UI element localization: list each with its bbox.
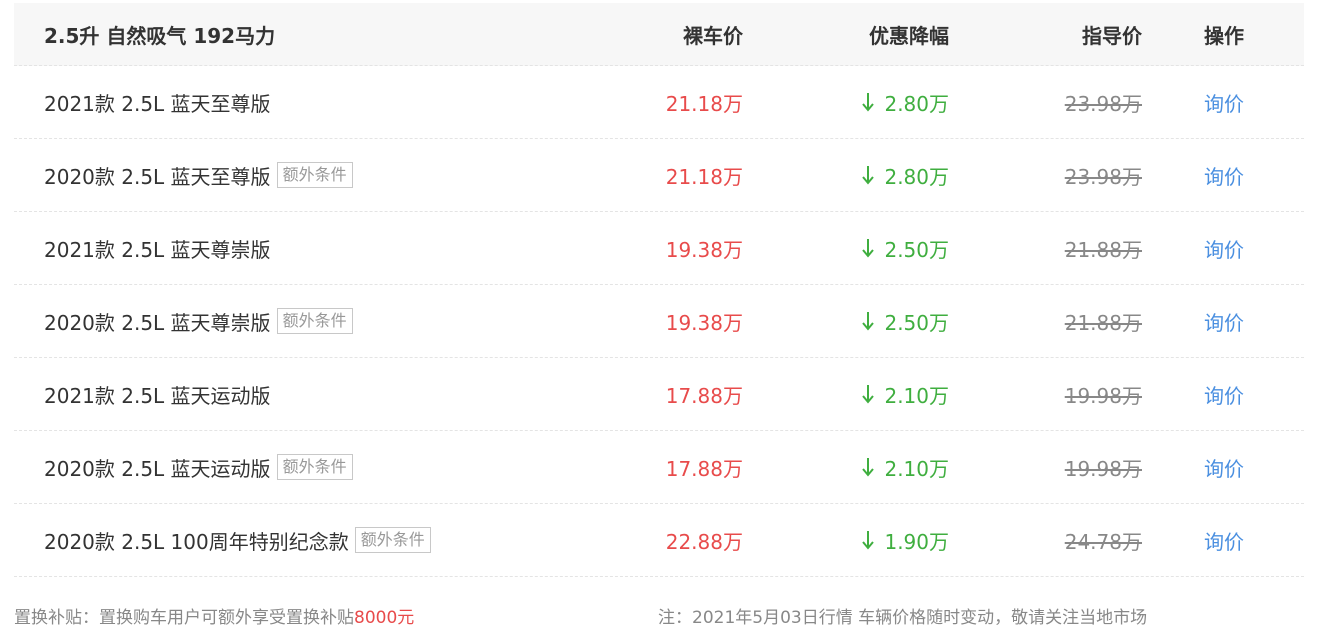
extra-condition-tag[interactable]: 额外条件 [354,527,431,553]
bare-price: 19.38万 [665,310,743,335]
discount-cell: 2.50万 [862,285,949,357]
inquiry-link[interactable]: 询价 [1204,358,1244,430]
discount-cell: 2.10万 [862,358,949,430]
guide-price: 19.98万 [1064,456,1142,481]
model-name-cell: 2020款 2.5L 蓝天至尊版 额外条件 [44,139,353,211]
down-arrow-icon [862,237,875,259]
model-name: 2021款 2.5L 蓝天至尊版 [44,91,271,116]
discount-amount: 2.50万 [884,237,949,262]
discount-cell: 2.80万 [862,66,949,138]
guide-price: 21.88万 [1064,237,1142,262]
discount-cell: 2.80万 [862,139,949,211]
discount-cell: 2.50万 [862,212,949,284]
model-name: 2021款 2.5L 蓝天尊崇版 [44,237,271,262]
table-row: 2020款 2.5L 蓝天尊崇版 额外条件 19.38万 2.50万 21.88… [14,285,1304,358]
discount-amount: 2.50万 [884,310,949,335]
extra-condition-tag[interactable]: 额外条件 [276,454,353,480]
model-name-cell: 2020款 2.5L 蓝天运动版 额外条件 [44,431,353,503]
price-table: 2.5升 自然吸气 192马力 裸车价 优惠降幅 指导价 操作 2021款 2.… [14,3,1304,577]
inquiry-link[interactable]: 询价 [1204,285,1244,357]
table-row: 2021款 2.5L 蓝天尊崇版 19.38万 2.50万 21.88万 询价 [14,212,1304,285]
table-header: 2.5升 自然吸气 192马力 裸车价 优惠降幅 指导价 操作 [14,3,1304,66]
model-name-cell: 2021款 2.5L 蓝天运动版 [44,358,271,430]
model-name: 2020款 2.5L 蓝天运动版 [44,456,271,481]
model-name-cell: 2021款 2.5L 蓝天至尊版 [44,66,271,138]
guide-price: 19.98万 [1064,383,1142,408]
engine-spec-heading: 2.5升 自然吸气 192马力 [44,23,276,48]
down-arrow-icon [862,310,875,332]
discount-amount: 2.10万 [884,383,949,408]
down-arrow-icon [862,164,875,186]
table-row: 2020款 2.5L 蓝天至尊版 额外条件 21.18万 2.80万 23.98… [14,139,1304,212]
table-row: 2021款 2.5L 蓝天至尊版 21.18万 2.80万 23.98万 询价 [14,66,1304,139]
inquiry-link[interactable]: 询价 [1204,66,1244,138]
guide-price: 23.98万 [1064,164,1142,189]
bare-price: 17.88万 [665,383,743,408]
inquiry-link[interactable]: 询价 [1204,504,1244,576]
trade-in-subsidy-note: 置换补贴：置换购车用户可额外享受置换补贴8000元 [14,603,414,628]
guide-price: 24.78万 [1064,529,1142,554]
model-name: 2020款 2.5L 100周年特别纪念款 [44,529,349,554]
model-name-cell: 2021款 2.5L 蓝天尊崇版 [44,212,271,284]
subsidy-text: 置换补贴：置换购车用户可额外享受置换补贴 [14,608,354,628]
down-arrow-icon [862,91,875,113]
down-arrow-icon [862,529,875,551]
model-name: 2020款 2.5L 蓝天尊崇版 [44,310,271,335]
discount-amount: 2.80万 [884,164,949,189]
market-note: 注：2021年5月03日行情 车辆价格随时变动，敬请关注当地市场 [658,608,1148,628]
bare-price: 21.18万 [665,91,743,116]
guide-price: 21.88万 [1064,310,1142,335]
col-price-header: 裸车价 [683,23,743,48]
model-name-cell: 2020款 2.5L 100周年特别纪念款 额外条件 [44,504,431,576]
extra-condition-tag[interactable]: 额外条件 [276,162,353,188]
discount-amount: 2.10万 [884,456,949,481]
table-row: 2020款 2.5L 蓝天运动版 额外条件 17.88万 2.10万 19.98… [14,431,1304,504]
table-row: 2021款 2.5L 蓝天运动版 17.88万 2.10万 19.98万 询价 [14,358,1304,431]
discount-cell: 1.90万 [862,504,949,576]
discount-amount: 2.80万 [884,91,949,116]
inquiry-link[interactable]: 询价 [1204,212,1244,284]
inquiry-link[interactable]: 询价 [1204,431,1244,503]
bare-price: 21.18万 [665,164,743,189]
table-row: 2020款 2.5L 100周年特别纪念款 额外条件 22.88万 1.90万 … [14,504,1304,577]
guide-price: 23.98万 [1064,91,1142,116]
subsidy-amount: 8000元 [354,608,415,628]
model-name: 2021款 2.5L 蓝天运动版 [44,383,271,408]
bare-price: 22.88万 [665,529,743,554]
bare-price: 17.88万 [665,456,743,481]
discount-amount: 1.90万 [884,529,949,554]
discount-cell: 2.10万 [862,431,949,503]
col-discount-header: 优惠降幅 [869,23,949,48]
bare-price: 19.38万 [665,237,743,262]
down-arrow-icon [862,456,875,478]
model-name: 2020款 2.5L 蓝天至尊版 [44,164,271,189]
extra-condition-tag[interactable]: 额外条件 [276,308,353,334]
col-guide-header: 指导价 [1082,23,1142,48]
down-arrow-icon [862,383,875,405]
inquiry-link[interactable]: 询价 [1204,139,1244,211]
col-action-header: 操作 [1204,23,1244,48]
model-name-cell: 2020款 2.5L 蓝天尊崇版 额外条件 [44,285,353,357]
